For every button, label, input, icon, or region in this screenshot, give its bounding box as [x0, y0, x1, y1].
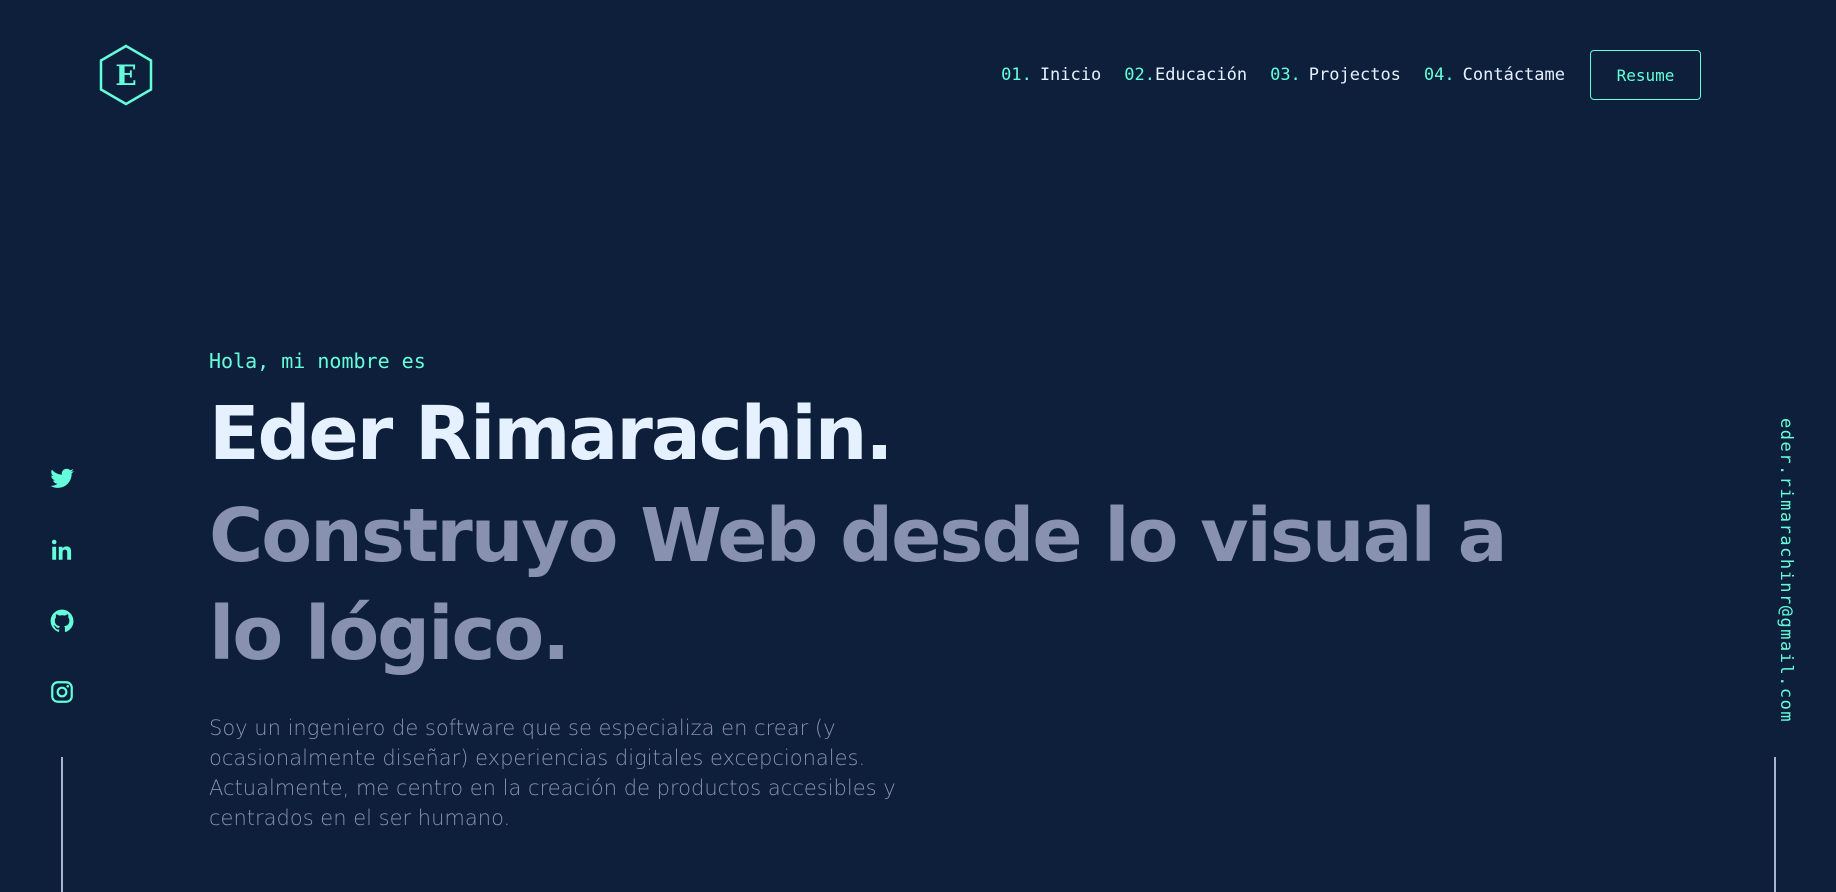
nav-item-projectos[interactable]: 03. Projectos — [1270, 65, 1401, 85]
nav-item-educacion[interactable]: 02. Educación — [1124, 65, 1247, 85]
logo-letter: E — [115, 58, 137, 92]
nav-label: Projectos — [1308, 65, 1401, 85]
nav-number: 04. — [1423, 65, 1455, 85]
linkedin-link[interactable] — [48, 537, 76, 563]
nav-item-inicio[interactable]: 01. Inicio — [1001, 65, 1101, 85]
instagram-link[interactable] — [48, 679, 76, 705]
nav-label: Educación — [1154, 65, 1248, 85]
twitter-link[interactable] — [48, 466, 76, 492]
instagram-icon — [51, 681, 73, 703]
hero-bio: Soy un ingeniero de software que se espe… — [209, 716, 896, 830]
nav-label: Inicio — [1039, 65, 1102, 85]
email-rail: eder.rimarachinr@gmail.com — [1776, 418, 1806, 723]
hero-name: Eder Rimarachin. — [209, 391, 894, 477]
hero-tagline: Construyo Web desde lo visual a lo lógic… — [209, 493, 1508, 677]
nav-number: 02. — [1124, 65, 1155, 85]
email-link[interactable]: eder.rimarachinr@gmail.com — [1776, 418, 1796, 723]
nav-number: 01. — [1001, 65, 1032, 85]
linkedin-icon — [51, 539, 72, 560]
nav-number: 03. — [1270, 65, 1301, 85]
github-icon — [50, 609, 74, 632]
main-nav: 01. Inicio 02. Educación 03. Projectos 0… — [1001, 50, 1701, 100]
right-rail-line — [1774, 757, 1776, 892]
home-logo-link[interactable]: E — [98, 44, 154, 106]
nav-label: Contáctame — [1462, 65, 1565, 85]
left-rail-line — [61, 757, 63, 892]
resume-button[interactable]: Resume — [1590, 50, 1701, 100]
hero-intro: Hola, mi nombre es — [209, 349, 426, 373]
social-links — [46, 466, 78, 705]
hero-section: Hola, mi nombre es Eder Rimarachin. Cons… — [209, 345, 1609, 833]
github-link[interactable] — [48, 608, 76, 634]
twitter-icon — [50, 468, 74, 488]
nav-item-contactame[interactable]: 04. Contáctame — [1424, 65, 1565, 85]
